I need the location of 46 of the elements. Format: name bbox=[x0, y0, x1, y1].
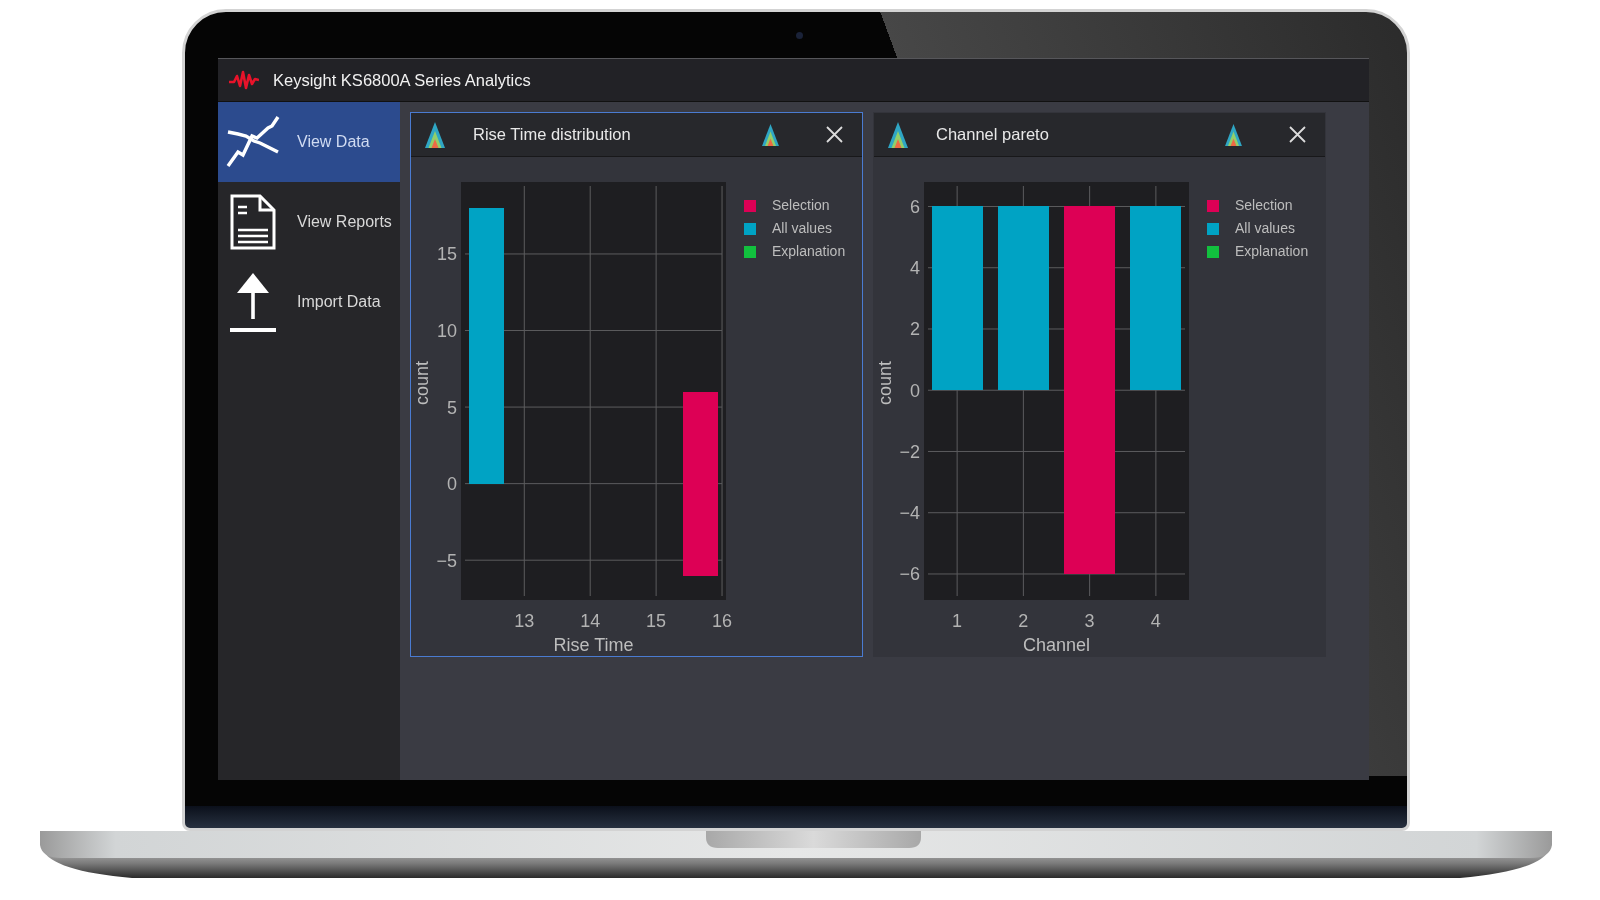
tick-label: 2 bbox=[910, 319, 920, 340]
tick-label: 6 bbox=[910, 197, 920, 217]
panel-title: Rise Time distribution bbox=[473, 124, 631, 146]
axis-title: count bbox=[412, 361, 432, 405]
app-title: Keysight KS6800A Series Analytics bbox=[273, 69, 531, 91]
tick-label: −5 bbox=[436, 550, 457, 571]
tick-label: 0 bbox=[910, 380, 920, 401]
document-icon bbox=[230, 194, 276, 250]
tick-label: 0 bbox=[447, 474, 457, 495]
triangle-icon[interactable] bbox=[762, 123, 779, 146]
sidebar-item[interactable]: Import Data bbox=[218, 262, 400, 342]
triangle-icon bbox=[888, 121, 908, 148]
tick-label: 15 bbox=[646, 611, 667, 631]
tick-label: 4 bbox=[910, 258, 920, 279]
line-chart-icon bbox=[226, 116, 280, 168]
tick-label: 15 bbox=[436, 244, 457, 265]
legend-label: Explanation bbox=[772, 242, 846, 261]
tick-label: 5 bbox=[447, 397, 457, 418]
close-icon[interactable] bbox=[826, 126, 843, 143]
legend-label: Selection bbox=[772, 196, 830, 215]
legend-label: Explanation bbox=[1235, 242, 1309, 261]
tick-label: −4 bbox=[899, 503, 920, 524]
waveform-icon bbox=[229, 70, 259, 90]
triangle-icon bbox=[425, 121, 445, 148]
axis-title: Channel bbox=[1022, 635, 1091, 655]
tick-label: 16 bbox=[712, 611, 733, 631]
sidebar-item[interactable]: View Data bbox=[218, 102, 400, 182]
sidebar-item[interactable]: View Reports bbox=[218, 182, 400, 262]
legend-label: Selection bbox=[1235, 196, 1293, 215]
legend-label: All values bbox=[772, 219, 832, 238]
axis-title: count bbox=[875, 361, 895, 405]
tick-label: 3 bbox=[1084, 611, 1095, 631]
panel-title: Channel pareto bbox=[936, 124, 1049, 146]
tick-label: 14 bbox=[580, 611, 601, 631]
axis-title: Rise Time bbox=[553, 635, 634, 655]
tick-label: 13 bbox=[514, 611, 535, 631]
legend-label: All values bbox=[1235, 219, 1295, 238]
tick-label: −6 bbox=[899, 564, 920, 585]
camera-icon bbox=[795, 31, 803, 39]
triangle-icon[interactable] bbox=[1225, 123, 1242, 146]
tick-label: 10 bbox=[436, 321, 457, 341]
tick-label: −2 bbox=[899, 442, 920, 462]
close-icon[interactable] bbox=[1289, 126, 1306, 143]
tick-label: 2 bbox=[1018, 611, 1029, 631]
tick-label: 4 bbox=[1150, 611, 1161, 631]
tick-label: 1 bbox=[952, 611, 963, 631]
